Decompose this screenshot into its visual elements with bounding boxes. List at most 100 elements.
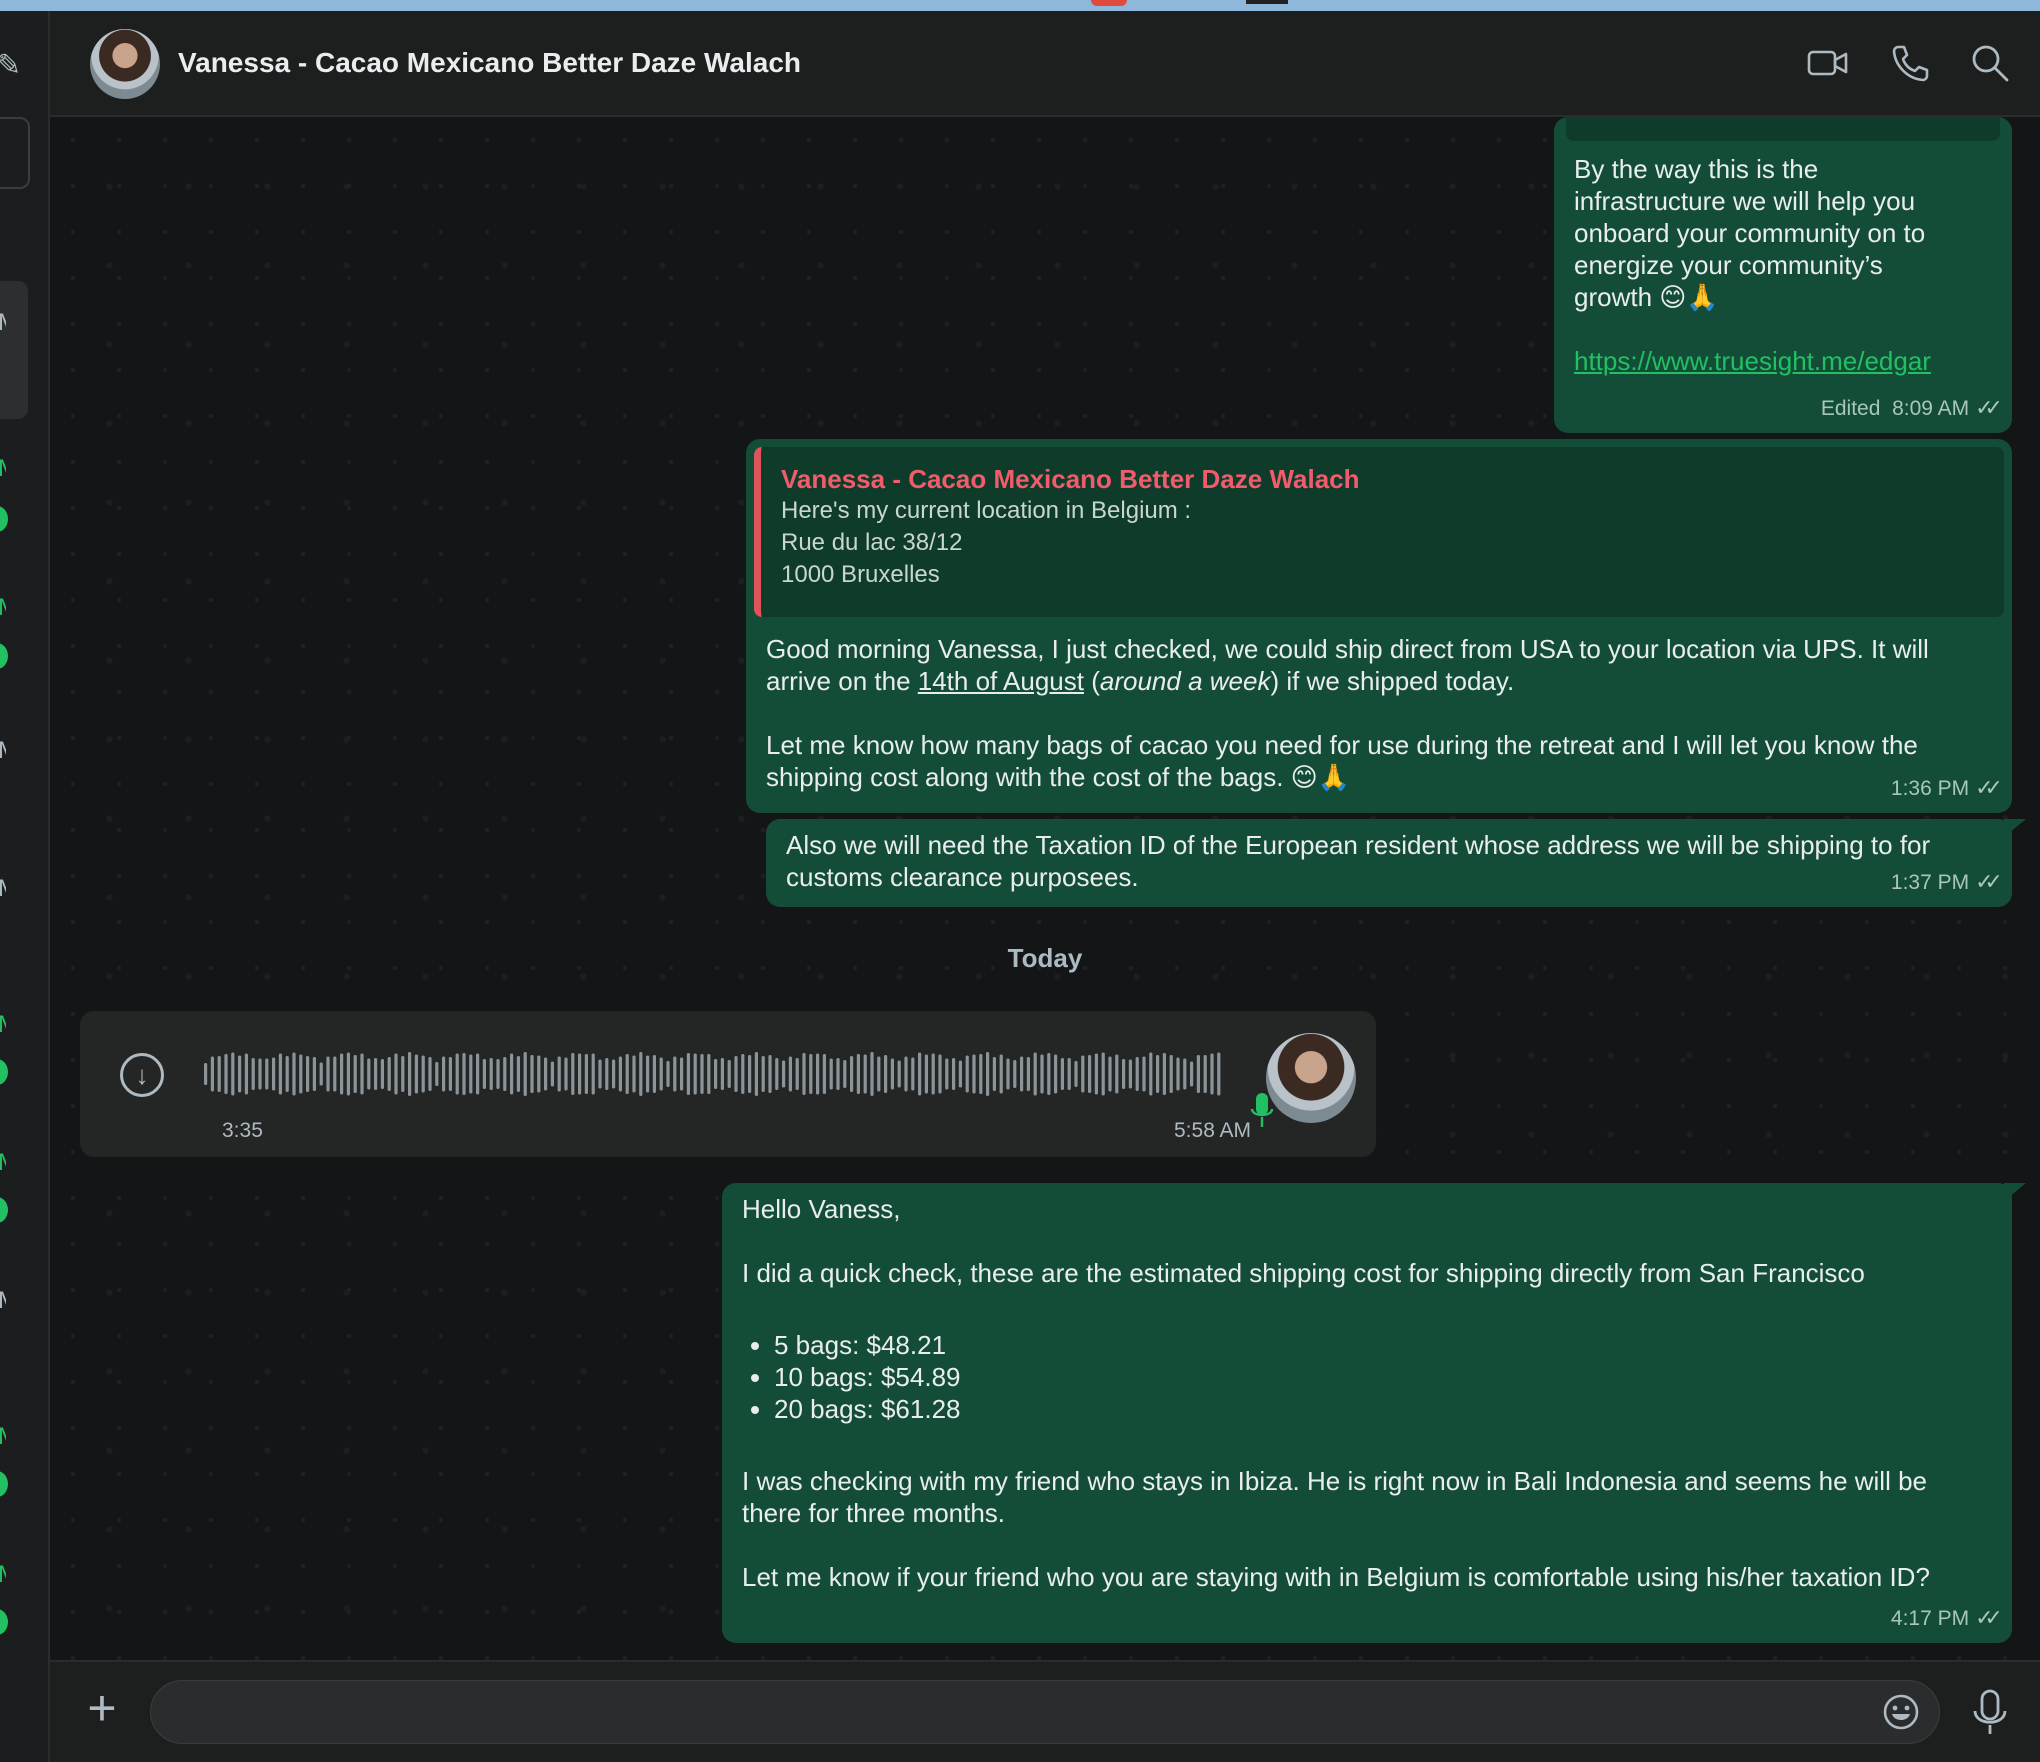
date-link[interactable]: 14th of August xyxy=(918,666,1084,696)
list-item: 10 bags: $54.89 xyxy=(774,1361,1992,1393)
selected-chat-item[interactable] xyxy=(0,281,28,419)
waveform-bar xyxy=(877,1056,881,1092)
waveform-bar xyxy=(965,1055,969,1093)
chat-time-fragment: M xyxy=(0,311,6,335)
quoted-message[interactable]: Vanessa - Cacao Mexicano Better Daze Wal… xyxy=(754,447,2004,617)
waveform-bar xyxy=(537,1055,541,1093)
waveform-bar xyxy=(1142,1056,1146,1092)
message-link[interactable]: https://www.truesight.me/edgar xyxy=(1574,345,1992,377)
waveform-bar xyxy=(952,1058,956,1090)
quoted-sender-name: Vanessa - Cacao Mexicano Better Daze Wal… xyxy=(781,464,1360,494)
waveform-bar xyxy=(292,1052,296,1096)
waveform-bar xyxy=(1094,1053,1098,1095)
chat-time-fragment: M xyxy=(0,1425,6,1449)
waveform-bar xyxy=(482,1059,486,1089)
waveform-bar xyxy=(591,1053,595,1095)
chat-list-sidebar-edge: ✎ M M M M M M M M M M xyxy=(0,11,50,1762)
waveform-bar xyxy=(979,1054,983,1094)
new-chat-icon[interactable]: ✎ xyxy=(0,51,21,81)
camera-notch xyxy=(1246,0,1288,4)
waveform-bar xyxy=(1128,1059,1132,1089)
waveform-bar xyxy=(421,1055,425,1093)
waveform-bar xyxy=(741,1054,745,1094)
download-icon[interactable]: ↓ xyxy=(120,1053,164,1097)
chat-search-box[interactable] xyxy=(0,117,30,189)
waveform-bar xyxy=(897,1060,901,1088)
microphone-icon[interactable] xyxy=(1970,1688,2010,1736)
waveform-bar xyxy=(625,1054,629,1094)
read-receipt-icon: ✓✓ xyxy=(1975,395,2003,420)
unread-dot xyxy=(0,1197,8,1223)
read-receipt-icon: ✓✓ xyxy=(1975,775,2003,800)
waveform-bar xyxy=(734,1056,738,1092)
waveform-bar xyxy=(319,1062,323,1086)
waveform-bar xyxy=(918,1052,922,1096)
message-list[interactable]: By the way this is the infrastructure we… xyxy=(50,117,2040,1660)
waveform-bar xyxy=(1162,1053,1166,1095)
outgoing-message[interactable]: By the way this is the infrastructure we… xyxy=(1554,117,2012,433)
waveform-bar xyxy=(428,1057,432,1091)
waveform-bar xyxy=(890,1058,894,1090)
waveform-bar xyxy=(557,1056,561,1092)
waveform-bar xyxy=(435,1062,439,1086)
edited-label: Edited xyxy=(1820,397,1881,420)
chat-time-fragment: M xyxy=(0,1563,6,1587)
price-list: 5 bags: $48.21 10 bags: $54.89 20 bags: … xyxy=(742,1329,1992,1425)
waveform-bar xyxy=(809,1054,813,1094)
voice-call-icon[interactable] xyxy=(1888,41,1932,85)
waveform-bar xyxy=(829,1058,833,1090)
unread-dot xyxy=(0,1059,8,1085)
chat-time-fragment: M xyxy=(0,457,6,481)
message-paragraph: Hello Vaness, xyxy=(742,1194,901,1224)
waveform-bar xyxy=(353,1055,357,1093)
message-paragraph: I did a quick check, these are the estim… xyxy=(742,1258,1865,1288)
waveform-bar xyxy=(870,1052,874,1096)
outgoing-message-with-quote[interactable]: Vanessa - Cacao Mexicano Better Daze Wal… xyxy=(746,439,2012,813)
waveform-bar xyxy=(850,1056,854,1092)
message-input[interactable] xyxy=(150,1680,1940,1744)
contact-avatar[interactable] xyxy=(90,29,160,99)
waveform-bar xyxy=(510,1053,514,1095)
video-call-icon[interactable] xyxy=(1806,41,1850,85)
waveform-bar xyxy=(1156,1055,1160,1093)
contact-name[interactable]: Vanessa - Cacao Mexicano Better Daze Wal… xyxy=(178,47,801,79)
message-line: onboard your community on to xyxy=(1574,218,1926,248)
unread-dot xyxy=(0,1609,8,1635)
outgoing-message[interactable]: Hello Vaness, I did a quick check, these… xyxy=(722,1183,2026,1643)
waveform-bar xyxy=(863,1054,867,1094)
waveform-bar xyxy=(278,1053,282,1095)
waveform-bar xyxy=(1149,1052,1153,1096)
waveform-bar xyxy=(1054,1054,1058,1094)
search-icon[interactable] xyxy=(1968,41,2012,85)
waveform-bar xyxy=(659,1057,663,1091)
sender-avatar[interactable] xyxy=(1266,1033,1356,1123)
waveform-bar xyxy=(251,1058,255,1090)
waveform-bar xyxy=(686,1053,690,1095)
waveform-bar xyxy=(578,1053,582,1095)
audio-waveform[interactable] xyxy=(200,1041,1224,1107)
waveform-bar xyxy=(761,1056,765,1092)
waveform-bar xyxy=(612,1059,616,1089)
message-paragraph: Let me know if your friend who you are s… xyxy=(742,1562,1930,1592)
emoji-icon[interactable] xyxy=(1882,1693,1920,1731)
waveform-bar xyxy=(999,1054,1003,1094)
waveform-bar xyxy=(530,1055,534,1093)
waveform-bar xyxy=(1190,1061,1194,1087)
waveform-bar xyxy=(285,1056,289,1092)
bubble-tail xyxy=(2004,1183,2026,1201)
link-preview-strip[interactable] xyxy=(1566,117,2000,141)
waveform-bar xyxy=(754,1052,758,1096)
waveform-bar xyxy=(258,1058,262,1090)
incoming-voice-message[interactable]: ↓ 3:35 5:58 AM xyxy=(80,1011,1376,1157)
waveform-bar xyxy=(1013,1060,1017,1088)
message-line: infrastructure we will help you xyxy=(1574,186,1916,216)
waveform-bar xyxy=(836,1058,840,1090)
waveform-bar xyxy=(958,1060,962,1088)
waveform-bar xyxy=(550,1061,554,1087)
waveform-bar xyxy=(693,1053,697,1095)
waveform-bar xyxy=(544,1057,548,1091)
attach-plus-icon[interactable]: + xyxy=(80,1683,124,1733)
outgoing-message[interactable]: Also we will need the Taxation ID of the… xyxy=(766,819,2026,907)
waveform-bar xyxy=(469,1054,473,1094)
waveform-bar xyxy=(1101,1052,1105,1096)
